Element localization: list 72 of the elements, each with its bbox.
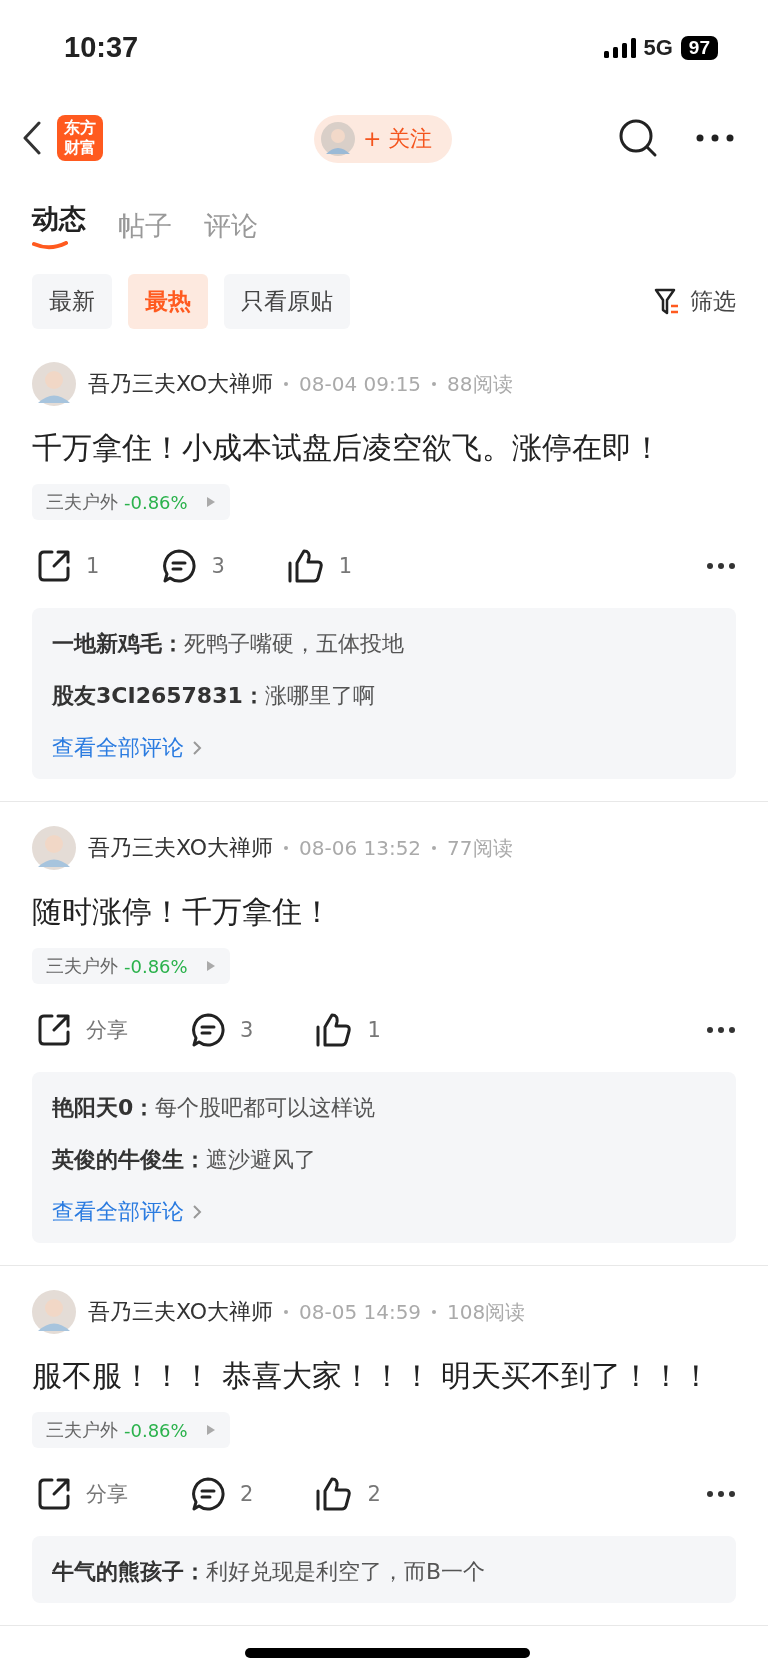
- separator-dot: [432, 1310, 437, 1314]
- comment-button[interactable]: 3: [190, 1012, 254, 1048]
- battery-level: 97: [680, 35, 718, 60]
- share-icon: [36, 1012, 72, 1048]
- caret-icon: [205, 960, 216, 972]
- read-count: 77阅读: [447, 834, 513, 862]
- tab[interactable]: 评论: [204, 193, 258, 244]
- active-tab-indicator: [32, 240, 68, 251]
- chevron-icon: [192, 1204, 202, 1220]
- like-button[interactable]: 1: [286, 548, 353, 584]
- network-label: 5G: [643, 34, 673, 61]
- separator-dot: [432, 846, 437, 850]
- thumbs-up-icon: [315, 1012, 354, 1048]
- more-icon[interactable]: [706, 1026, 736, 1034]
- share-icon: [36, 548, 72, 584]
- more-icon[interactable]: [706, 562, 736, 570]
- comment-line[interactable]: 股友3CI2657831：涨哪里了啊: [52, 670, 716, 722]
- more-icon[interactable]: [706, 1490, 736, 1498]
- more-icon[interactable]: [696, 134, 734, 142]
- follow-button[interactable]: + 关注: [314, 115, 453, 163]
- post-text[interactable]: 随时涨停！千万拿住！: [32, 885, 736, 939]
- share-icon: [36, 1476, 72, 1512]
- status-time: 10:37: [64, 31, 139, 64]
- author-name[interactable]: 吾乃三夫XO大禅师: [88, 833, 273, 863]
- separator-dot: [284, 1310, 288, 1314]
- separator-dot: [284, 382, 288, 386]
- thumbs-up-icon: [315, 1476, 354, 1512]
- filter-chip[interactable]: 只看原贴: [224, 274, 350, 329]
- comment-button[interactable]: 3: [161, 548, 225, 584]
- comment-line[interactable]: 艳阳天0：每个股吧都可以这样说: [52, 1082, 716, 1134]
- tab[interactable]: 动态: [32, 186, 86, 251]
- thumbs-up-icon: [286, 548, 325, 584]
- comment-line[interactable]: 英俊的牛俊生：遮沙避风了: [52, 1134, 716, 1186]
- view-all-comments-link[interactable]: 查看全部评论: [52, 1186, 202, 1238]
- search-icon[interactable]: [618, 118, 658, 158]
- avatar-icon: [321, 122, 355, 156]
- comment-icon: [161, 548, 198, 584]
- caret-icon: [205, 496, 216, 508]
- stock-tag[interactable]: 三夫户外 -0.86%: [32, 948, 230, 984]
- like-button[interactable]: 2: [315, 1476, 381, 1512]
- stock-tag[interactable]: 三夫户外 -0.86%: [32, 1412, 230, 1448]
- comment-line[interactable]: 一地新鸡毛：死鸭子嘴硬，五体投地: [52, 618, 716, 670]
- read-count: 108阅读: [447, 1298, 526, 1326]
- comment-line[interactable]: 牛气的熊孩子：利好兑现是利空了，而B一个: [52, 1546, 716, 1598]
- chevron-icon: [192, 740, 202, 756]
- filter-button[interactable]: 筛选: [654, 286, 736, 317]
- post-time: 08-05 14:59: [299, 1300, 422, 1324]
- tab[interactable]: 帖子: [118, 193, 172, 244]
- read-count: 88阅读: [447, 370, 513, 398]
- separator-dot: [284, 846, 288, 850]
- share-button[interactable]: 1: [36, 548, 100, 584]
- author-name[interactable]: 吾乃三夫XO大禅师: [88, 1297, 273, 1327]
- filter-icon: [654, 287, 680, 316]
- back-icon[interactable]: [22, 121, 42, 155]
- author-name[interactable]: 吾乃三夫XO大禅师: [88, 369, 273, 399]
- caret-icon: [205, 1424, 216, 1436]
- filter-chip[interactable]: 最新: [32, 274, 112, 329]
- signal-icon: [603, 37, 636, 58]
- like-button[interactable]: 1: [315, 1012, 381, 1048]
- post-text[interactable]: 服不服！！！ 恭喜大家！！！ 明天买不到了！！！: [32, 1349, 736, 1403]
- share-button[interactable]: 分享: [36, 1476, 128, 1512]
- share-button[interactable]: 分享: [36, 1012, 128, 1048]
- stock-tag[interactable]: 三夫户外 -0.86%: [32, 484, 230, 520]
- separator-dot: [432, 382, 437, 386]
- post-time: 08-06 13:52: [299, 836, 422, 860]
- post-time: 08-04 09:15: [299, 372, 422, 396]
- comment-icon: [190, 1012, 226, 1048]
- post-text[interactable]: 千万拿住！小成本试盘后凌空欲飞。涨停在即！: [32, 421, 736, 475]
- view-all-comments-link[interactable]: 查看全部评论: [52, 722, 202, 774]
- comment-button[interactable]: 2: [190, 1476, 254, 1512]
- app-logo[interactable]: 东方财富: [57, 115, 103, 161]
- comment-icon: [190, 1476, 226, 1512]
